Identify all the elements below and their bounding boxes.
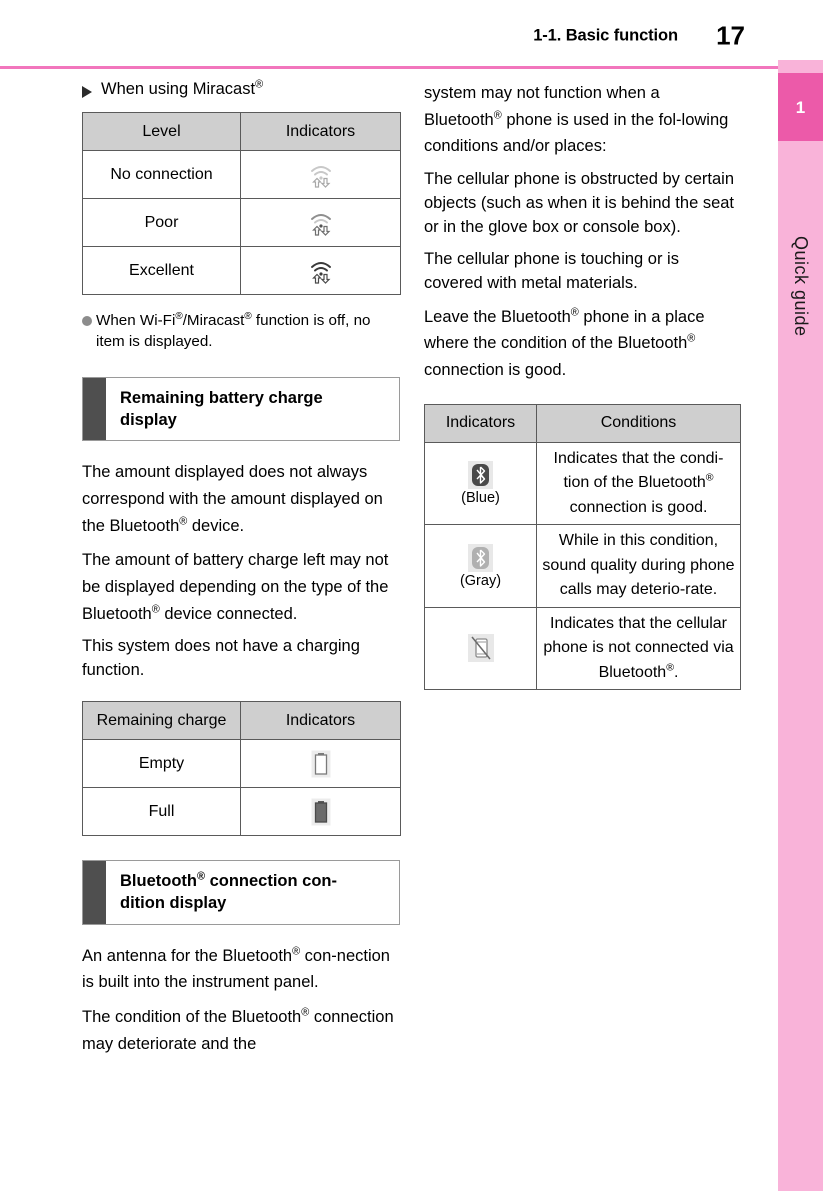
table-row: Empty: [82, 739, 401, 789]
indicator-cell: [240, 150, 401, 199]
indicator-cell: [240, 198, 401, 247]
charge-table: Remaining charge Indicators Empty Full: [82, 701, 401, 837]
section-heading-text: Remaining battery charge display: [120, 388, 323, 430]
battery-full-icon: [311, 798, 330, 826]
wifi-none-icon: [310, 165, 331, 188]
table-row: Poor: [82, 198, 401, 247]
indicator-cell: [424, 606, 537, 691]
miracast-table: Level Indicators No connection Poor Exce…: [82, 112, 401, 295]
column-header-indicators: Indicators: [424, 403, 537, 443]
manual-page: 1-1. Basic function 17 1 Quick guide Whe…: [0, 0, 823, 1191]
paragraph: The condition of the Bluetooth® connecti…: [82, 1006, 394, 1053]
header-rule: [0, 66, 778, 69]
conditions-table: Indicators Conditions (Blue) Indicates t…: [424, 403, 741, 691]
indicator-cell: (Gray): [424, 524, 537, 608]
paragraph: The cellular phone is touching or is cov…: [424, 249, 679, 292]
section-accent-bar: [83, 377, 106, 441]
page-title: 1-1. Basic function: [533, 26, 678, 45]
section-heading-text: Bluetooth® connection con- dition displa…: [120, 870, 337, 913]
paragraph: The amount displayed does not always cor…: [82, 463, 383, 535]
table-row: (Gray) While in this condition, sound qu…: [424, 524, 741, 608]
section-heading-battery: Remaining battery charge display: [82, 376, 400, 442]
paragraph: The amount of battery charge left may no…: [82, 551, 389, 623]
page-header: 1-1. Basic function 17: [0, 0, 778, 66]
column-header-indicators: Indicators: [240, 112, 401, 151]
column-header-remaining-charge: Remaining charge: [82, 701, 241, 741]
table-row: Indicates that the cellular phone is not…: [424, 606, 741, 691]
miracast-subhead: When using Miracast®: [82, 78, 400, 99]
section-heading-bluetooth: Bluetooth® connection con- dition displa…: [82, 860, 400, 925]
level-value: Poor: [82, 198, 241, 247]
wifi-excellent-icon: [310, 261, 331, 284]
paragraph: Leave the Bluetooth® phone in a place wh…: [424, 306, 705, 380]
indicator-cell: (Blue): [424, 441, 537, 526]
miracast-note: When Wi-Fi®/Miracast® function is off, n…: [82, 311, 400, 353]
table-header-row: Level Indicators: [82, 112, 401, 151]
indicator-cell: [240, 787, 401, 837]
condition-text: Indicates that the condi-tion of the Blu…: [536, 441, 741, 526]
chapter-label: Quick guide: [778, 156, 823, 416]
column-header-level: Level: [82, 112, 241, 151]
phone-disconnected-icon: [467, 633, 494, 662]
indicator-cell: [240, 739, 401, 789]
condition-text: While in this condition, sound quality d…: [536, 524, 741, 608]
wifi-poor-icon: [310, 213, 331, 236]
paragraph: This system does not have a charging fun…: [82, 637, 360, 680]
right-column: system may not function when a Bluetooth…: [424, 80, 741, 691]
condition-text: Indicates that the cellular phone is not…: [536, 606, 741, 691]
indicator-cell: [240, 246, 401, 295]
left-column: When using Miracast® Level Indicators No…: [82, 78, 401, 1065]
table-row: No connection: [82, 150, 401, 199]
table-row: Excellent: [82, 246, 401, 295]
indicator-caption: (Gray): [459, 572, 502, 589]
chapter-sidebar: 1 Quick guide: [778, 60, 823, 1191]
registered-mark: ®: [255, 78, 264, 91]
chapter-tab[interactable]: 1: [778, 73, 823, 141]
level-value: No connection: [82, 150, 241, 199]
charge-label: Full: [82, 787, 241, 837]
paragraph: An antenna for the Bluetooth® con-nectio…: [82, 945, 390, 992]
section-accent-bar: [83, 861, 106, 924]
miracast-note-text: When Wi-Fi®/Miracast® function is off, n…: [96, 310, 371, 350]
bullet-dot-icon: [82, 316, 92, 326]
triangle-bullet-icon: [82, 86, 92, 98]
battery-empty-icon: [311, 750, 330, 778]
table-row: Full: [82, 787, 401, 837]
column-header-indicators: Indicators: [240, 701, 401, 741]
column-header-conditions: Conditions: [536, 403, 741, 443]
table-header-row: Remaining charge Indicators: [82, 701, 401, 741]
page-number: 17: [716, 20, 745, 51]
bluetooth-blue-icon: [468, 461, 493, 490]
paragraph: The cellular phone is obstructed by cert…: [424, 170, 735, 236]
chapter-label-text: Quick guide: [791, 235, 811, 337]
table-row: (Blue) Indicates that the condi-tion of …: [424, 441, 741, 526]
miracast-subhead-text: When using Miracast®: [101, 78, 264, 98]
chapter-number: 1: [795, 97, 806, 117]
paragraph: system may not function when a Bluetooth…: [424, 84, 729, 156]
charge-label: Empty: [82, 739, 241, 789]
bluetooth-gray-icon: [468, 543, 493, 572]
table-header-row: Indicators Conditions: [424, 403, 741, 443]
level-value: Excellent: [82, 246, 241, 295]
indicator-caption: (Blue): [461, 490, 500, 507]
